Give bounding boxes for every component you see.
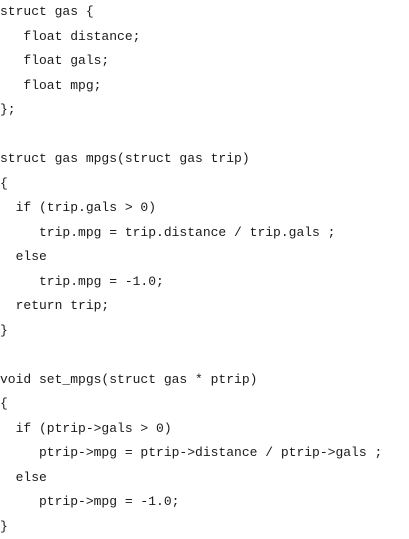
code-line: return trip; bbox=[0, 294, 382, 319]
code-line: { bbox=[0, 172, 382, 197]
code-line: { bbox=[0, 392, 382, 417]
code-line: else bbox=[0, 466, 382, 491]
code-line: if (ptrip->gals > 0) bbox=[0, 417, 382, 442]
code-listing: struct gas { float distance; float gals;… bbox=[0, 0, 382, 539]
code-line: trip.mpg = -1.0; bbox=[0, 270, 382, 295]
code-line: trip.mpg = trip.distance / trip.gals ; bbox=[0, 221, 382, 246]
code-line-blank bbox=[0, 343, 382, 368]
code-line: struct gas { bbox=[0, 0, 382, 25]
code-line: float distance; bbox=[0, 25, 382, 50]
code-line: if (trip.gals > 0) bbox=[0, 196, 382, 221]
code-line: ptrip->mpg = ptrip->distance / ptrip->ga… bbox=[0, 441, 382, 466]
code-line: float gals; bbox=[0, 49, 382, 74]
code-line: } bbox=[0, 515, 382, 539]
code-line: void set_mpgs(struct gas * ptrip) bbox=[0, 368, 382, 393]
code-line: float mpg; bbox=[0, 74, 382, 99]
code-line-blank bbox=[0, 123, 382, 148]
code-line: else bbox=[0, 245, 382, 270]
code-line: }; bbox=[0, 98, 382, 123]
code-line: struct gas mpgs(struct gas trip) bbox=[0, 147, 382, 172]
code-line: } bbox=[0, 319, 382, 344]
code-line: ptrip->mpg = -1.0; bbox=[0, 490, 382, 515]
